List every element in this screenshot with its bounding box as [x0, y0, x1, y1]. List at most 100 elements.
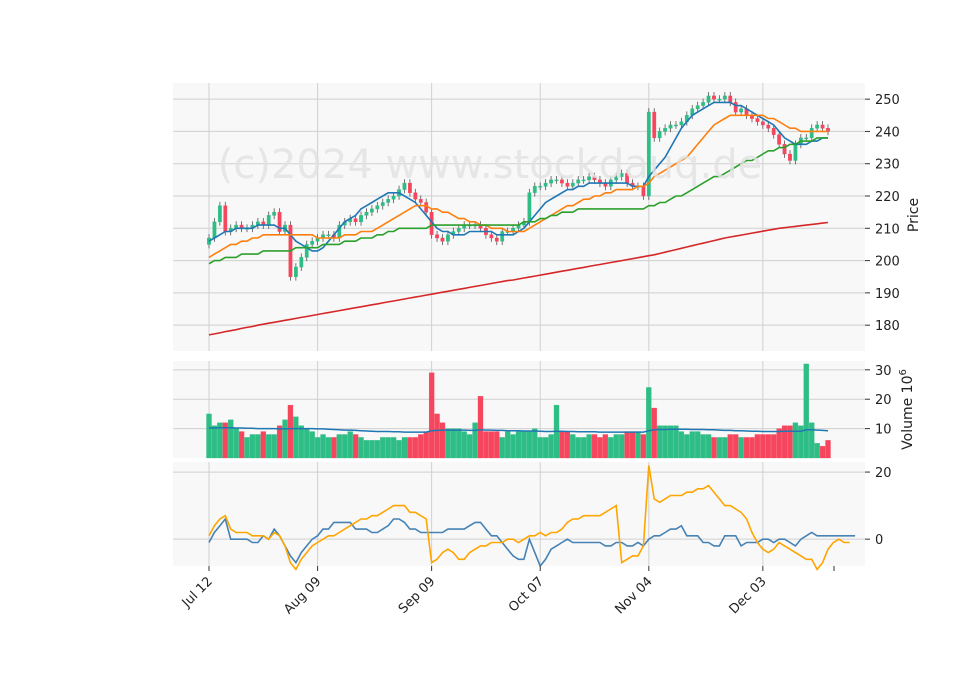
- candle-body: [815, 124, 820, 129]
- candle-body: [413, 192, 418, 200]
- price-axis-label: Price: [906, 198, 922, 232]
- volume-bar: [629, 431, 636, 459]
- volume-bar: [499, 437, 505, 459]
- candle-body: [668, 124, 673, 129]
- volume-axis-label: Volume 106: [898, 369, 916, 450]
- volume-bar: [314, 437, 321, 459]
- volume-bar: [543, 437, 549, 459]
- volume-bar: [646, 387, 652, 459]
- volume-bar: [255, 434, 261, 459]
- volume-bar: [282, 419, 288, 459]
- chart-figure: 180 190 200 210 220 230 240 250 Price 10 20 30 Volu…: [0, 0, 960, 690]
- price-y-tick-label: 230: [875, 158, 900, 173]
- volume-bar: [320, 434, 326, 459]
- x-tick-label: Aug 09: [281, 574, 324, 617]
- volume-bar: [304, 428, 310, 459]
- volume-bar: [298, 425, 304, 459]
- volume-bar: [727, 434, 733, 459]
- volume-bar: [678, 431, 685, 459]
- volume-bar: [233, 428, 239, 459]
- volume-bar: [325, 437, 332, 459]
- volume-bar: [608, 437, 614, 459]
- candle-body: [272, 211, 277, 216]
- volume-bar: [390, 437, 397, 459]
- volume-bar: [624, 431, 630, 459]
- candle-body: [722, 95, 727, 100]
- volume-bar: [510, 434, 516, 459]
- volume-bar: [657, 425, 663, 459]
- oscillator-y-tick-label: 20: [875, 466, 892, 481]
- candle-body: [391, 195, 396, 200]
- volume-bar: [673, 425, 679, 459]
- volume-bar: [689, 431, 695, 459]
- candle-body: [733, 102, 738, 113]
- volume-bar: [238, 431, 245, 459]
- volume-bar: [456, 428, 462, 459]
- candle-body: [777, 134, 782, 145]
- candle-body: [679, 121, 684, 126]
- volume-bar: [206, 413, 212, 459]
- candle-body: [663, 128, 667, 132]
- volume-y-tick-label: 10: [875, 423, 892, 438]
- volume-bar: [271, 434, 277, 459]
- volume-bar: [597, 437, 603, 459]
- volume-bar: [412, 437, 418, 459]
- x-tick-label: Oct 07: [506, 574, 547, 615]
- volume-bar: [211, 425, 218, 459]
- candle-body: [760, 121, 765, 126]
- volume-bar: [716, 437, 723, 459]
- candle-body: [212, 221, 217, 239]
- oscillator-panel: 0 20: [173, 462, 892, 571]
- candle-body: [717, 98, 722, 101]
- candle-body: [310, 241, 315, 245]
- volume-bar: [228, 419, 234, 459]
- volume-bar: [559, 431, 565, 459]
- oscillator-y-tick-label: 0: [875, 533, 883, 548]
- volume-bar: [401, 437, 408, 459]
- volume-bar: [781, 425, 788, 459]
- candle-body: [489, 234, 494, 239]
- x-tick-label: Dec 03: [727, 574, 770, 617]
- volume-bar: [591, 434, 598, 459]
- chart-svg: 180190200210220230240250Price 102030Volu…: [173, 83, 922, 617]
- price-panel: 180 190 200 210 220 230 240 250 Price: [173, 83, 922, 351]
- volume-bar: [700, 434, 706, 459]
- oscillator-background: [173, 462, 865, 566]
- volume-bar: [336, 434, 342, 459]
- candle-body: [804, 137, 809, 140]
- x-tick-label: Nov 04: [612, 574, 655, 617]
- volume-bar: [548, 434, 554, 459]
- volume-bar: [309, 431, 315, 459]
- volume-bar: [526, 431, 533, 459]
- price-y-tick-label: 220: [875, 190, 900, 205]
- candle-body: [657, 131, 662, 139]
- volume-bar: [287, 404, 294, 459]
- candle-body: [766, 124, 771, 129]
- volume-bar: [803, 363, 809, 459]
- volume-bar: [521, 431, 527, 459]
- volume-bar: [466, 434, 473, 459]
- volume-bar: [684, 434, 690, 459]
- candle-body: [370, 208, 374, 213]
- candle-body: [266, 215, 271, 226]
- volume-bar: [477, 396, 484, 459]
- volume-bar: [244, 437, 250, 459]
- candle-body: [386, 199, 391, 203]
- candle-body: [494, 237, 499, 242]
- volume-bar: [640, 434, 647, 459]
- candle-body: [375, 205, 380, 210]
- volume-bar: [347, 431, 353, 459]
- volume-bar: [358, 437, 364, 459]
- volume-bar: [407, 437, 413, 459]
- volume-bar: [771, 434, 777, 459]
- volume-y-tick-label: 20: [875, 393, 892, 408]
- volume-bar: [445, 428, 451, 459]
- volume-bar: [293, 416, 299, 459]
- volume-bar: [733, 434, 739, 459]
- volume-bar: [266, 434, 272, 459]
- volume-bar: [363, 440, 370, 459]
- volume-bar: [581, 437, 587, 459]
- volume-bar: [488, 431, 494, 459]
- volume-bar: [331, 437, 337, 459]
- volume-bar: [450, 428, 456, 459]
